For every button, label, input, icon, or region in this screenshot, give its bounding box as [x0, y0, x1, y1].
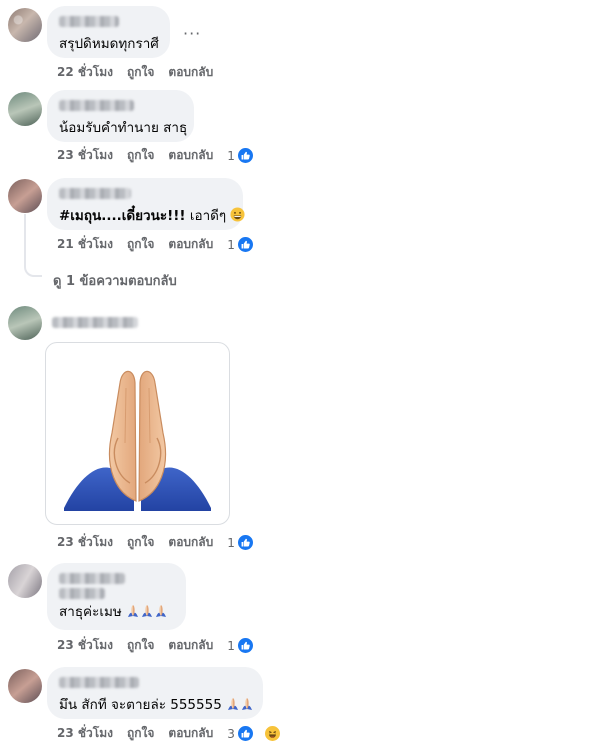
reply-button[interactable]: ตอบกลับ [168, 63, 213, 82]
reply-button[interactable]: ตอบกลับ [168, 636, 213, 655]
author-name-second-line [59, 588, 105, 599]
view-replies-link[interactable]: ดู 1 ข้อความตอบกลับ [53, 270, 177, 291]
like-button[interactable]: ถูกใจ [127, 63, 154, 82]
comment-text: สาธุค่ะเมษ [59, 603, 174, 623]
comment-text: น้อมรับคำทำนาย สาธุ [59, 120, 188, 136]
timestamp[interactable]: 23 ชั่วโมง [57, 533, 113, 552]
like-button[interactable]: ถูกใจ [127, 533, 154, 552]
sticker-card[interactable] [45, 342, 230, 525]
comment-text: สรุปดิหมดทุกราศี [59, 36, 159, 52]
like-button[interactable]: ถูกใจ [127, 724, 154, 743]
like-button[interactable]: ถูกใจ [127, 235, 154, 254]
comment-meta: 23 ชั่วโมง ถูกใจ ตอบกลับ 1 [57, 146, 268, 165]
like-icon [236, 534, 254, 551]
comment-meta: 23 ชั่วโมง ถูกใจ ตอบกลับ 3 [57, 724, 295, 743]
comment-text-rest: เอาดีๆ [185, 208, 227, 224]
comment-meta: 23 ชั่วโมง ถูกใจ ตอบกลับ 1 [57, 533, 268, 552]
like-button[interactable]: ถูกใจ [127, 146, 154, 165]
like-icon [236, 147, 254, 164]
author-name[interactable] [59, 677, 139, 688]
hashtag[interactable]: #เมถุน....เดี๋ยวนะ!!! [59, 208, 186, 224]
author-name[interactable] [59, 188, 131, 199]
like-icon [236, 637, 254, 654]
folded-hands-emoji [226, 697, 254, 716]
comment-meta: 22 ชั่วโมง ถูกใจ ตอบกลับ [57, 63, 227, 82]
reply-button[interactable]: ตอบกลับ [168, 146, 213, 165]
grin-emoji [230, 207, 246, 227]
avatar[interactable] [8, 669, 42, 703]
folded-hands-emoji [64, 370, 211, 511]
reaction-count: 1 [227, 148, 235, 163]
comment-bubble: น้อมรับคำทำนาย สาธุ [47, 90, 194, 142]
reaction-summary[interactable]: 1 [227, 236, 268, 253]
like-icon [236, 725, 254, 742]
reaction-count: 1 [227, 237, 235, 252]
reaction-count: 1 [227, 535, 235, 550]
comment-bubble: สาธุค่ะเมษ [47, 563, 186, 630]
avatar[interactable] [8, 8, 42, 42]
comment-bubble: มึน สักที จะตายล่ะ 555555 [47, 667, 263, 719]
author-name[interactable] [59, 573, 125, 584]
like-icon [236, 236, 254, 253]
author-name[interactable] [52, 317, 138, 328]
more-icon[interactable]: ··· [183, 24, 201, 43]
author-name[interactable] [59, 100, 134, 111]
reaction-summary[interactable]: 1 [227, 637, 268, 654]
avatar[interactable] [8, 306, 42, 340]
avatar[interactable] [8, 564, 42, 598]
reply-button[interactable]: ตอบกลับ [168, 724, 213, 743]
avatar[interactable] [8, 92, 42, 126]
reply-button[interactable]: ตอบกลับ [168, 235, 213, 254]
timestamp[interactable]: 23 ชั่วโมง [57, 636, 113, 655]
timestamp[interactable]: 23 ชั่วโมง [57, 146, 113, 165]
timestamp[interactable]: 22 ชั่วโมง [57, 63, 113, 82]
reply-button[interactable]: ตอบกลับ [168, 533, 213, 552]
comment-meta: 21 ชั่วโมง ถูกใจ ตอบกลับ 1 [57, 235, 268, 254]
avatar[interactable] [8, 179, 42, 213]
reaction-count: 1 [227, 638, 235, 653]
comment-meta: 23 ชั่วโมง ถูกใจ ตอบกลับ 1 [57, 636, 268, 655]
author-name[interactable] [59, 16, 119, 27]
comment-text: #เมถุน....เดี๋ยวนะ!!! เอาดีๆ [59, 207, 246, 227]
reaction-summary[interactable]: 1 [227, 534, 268, 551]
reaction-count: 3 [227, 726, 235, 741]
like-button[interactable]: ถูกใจ [127, 636, 154, 655]
reaction-summary[interactable]: 3 [227, 725, 295, 742]
timestamp[interactable]: 23 ชั่วโมง [57, 724, 113, 743]
haha-icon [263, 725, 281, 742]
comment-bubble: สรุปดิหมดทุกราศี [47, 6, 170, 58]
comment-text: มึน สักที จะตายล่ะ 555555 [59, 696, 254, 716]
folded-hands-emoji [126, 604, 168, 623]
reaction-summary[interactable]: 1 [227, 147, 268, 164]
comment-text-body: สาธุค่ะเมษ [59, 604, 122, 620]
comment-bubble: #เมถุน....เดี๋ยวนะ!!! เอาดีๆ [47, 178, 246, 230]
comment-text-body: มึน สักที จะตายล่ะ 555555 [59, 697, 222, 713]
thread-line [24, 214, 42, 277]
timestamp[interactable]: 21 ชั่วโมง [57, 235, 113, 254]
